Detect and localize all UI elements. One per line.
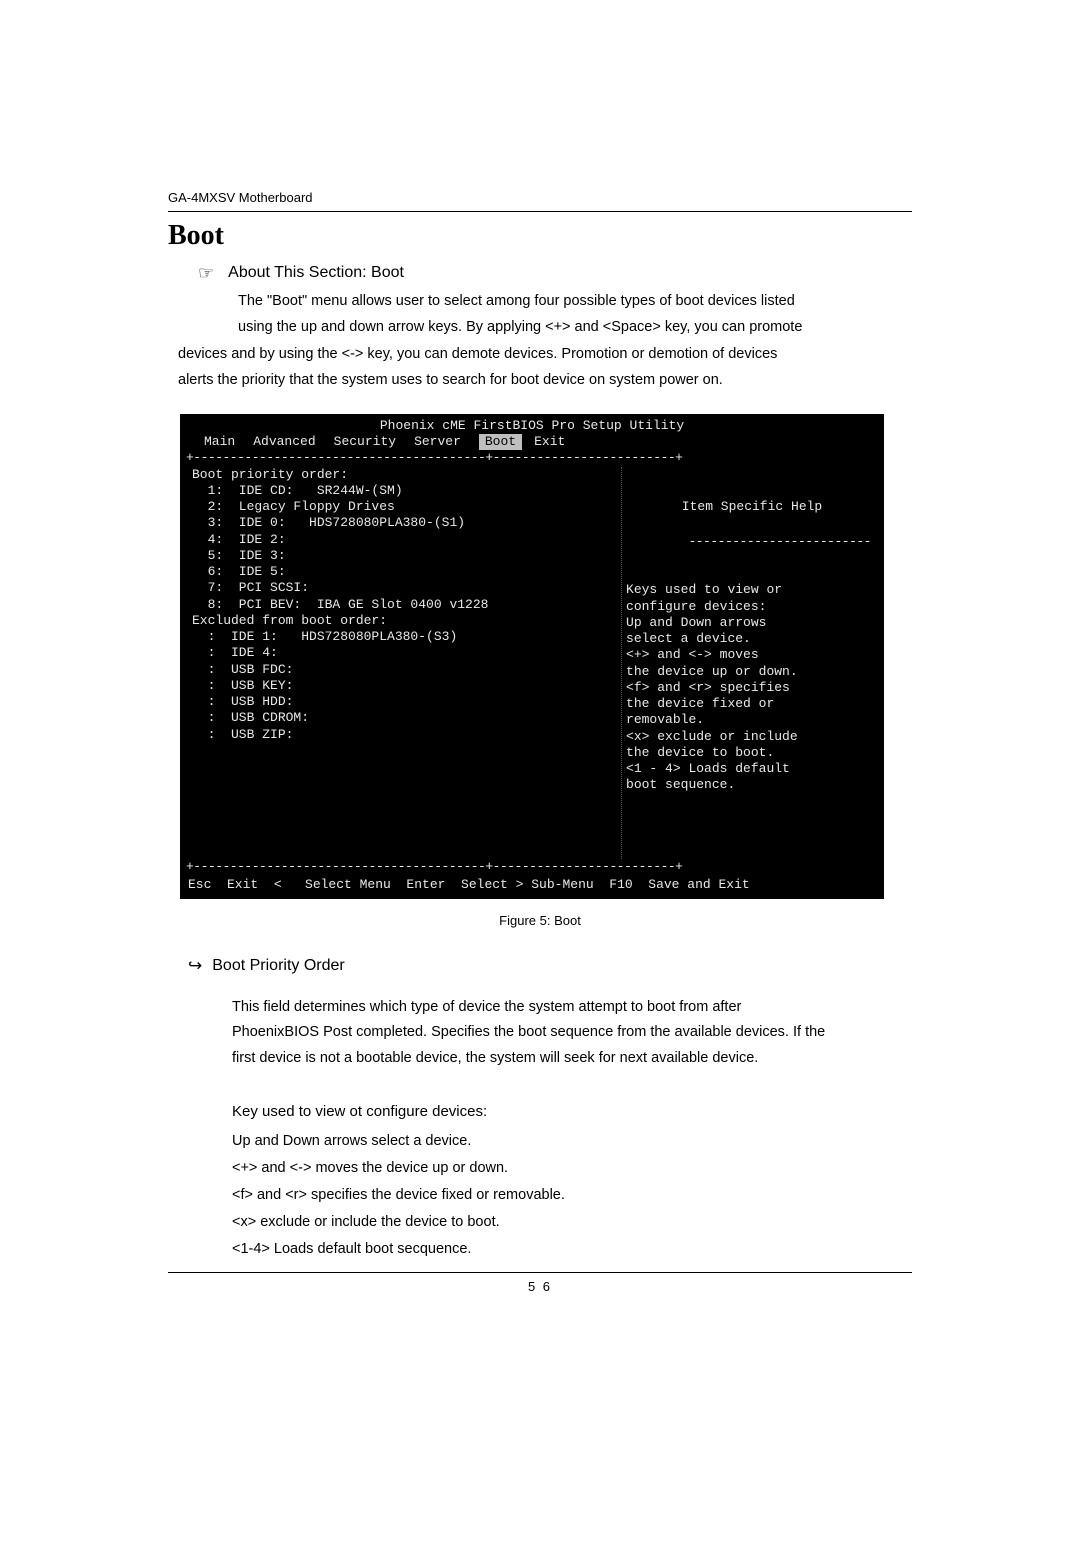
about-p1: The "Boot" menu allows user to select am… [198, 290, 912, 312]
about-p2: using the up and down arrow keys. By app… [198, 316, 912, 338]
bios-menu-bar: Main Advanced Security Server Boot Exit [186, 434, 878, 450]
doc-header: GA-4MXSV Motherboard [168, 190, 912, 205]
desc-p3: first device is not a bootable device, t… [232, 1047, 912, 1070]
key-line-4: <x> exclude or include the device to boo… [232, 1211, 912, 1234]
bios-left-pane: Boot priority order: 1: IDE CD: SR244W-(… [186, 467, 621, 859]
about-p3: devices and by using the <-> key, you ca… [178, 343, 912, 365]
bios-title: Phoenix cME FirstBIOS Pro Setup Utility [186, 418, 878, 434]
section-title: Boot [168, 220, 912, 252]
bios-tab-security[interactable]: Security [334, 434, 414, 450]
key-line-5: <1-4> Loads default boot secquence. [232, 1238, 912, 1261]
page-number: 5 6 [168, 1279, 912, 1294]
key-heading: Key used to view ot configure devices: [232, 1100, 912, 1124]
about-p4: alerts the priority that the system uses… [178, 369, 912, 391]
rule-top [168, 211, 912, 212]
bios-nav-bar: Esc Exit < Select Menu Enter Select > Su… [186, 875, 878, 893]
bios-tab-main[interactable]: Main [204, 434, 253, 450]
bios-help-sep: ------------------------- [688, 534, 871, 549]
description-block: This field determines which type of devi… [232, 996, 912, 1262]
bios-help-pane: Item Specific Help ---------------------… [621, 467, 878, 859]
bios-separator: +---------------------------------------… [186, 450, 878, 466]
bios-separator-bot: +---------------------------------------… [186, 859, 878, 875]
desc-p1: This field determines which type of devi… [232, 996, 912, 1019]
arrow-icon: ↪ [188, 956, 202, 976]
key-line-1: Up and Down arrows select a device. [232, 1130, 912, 1153]
key-line-2: <+> and <-> moves the device up or down. [232, 1157, 912, 1180]
bios-help-title: Item Specific Help [626, 499, 878, 517]
about-heading-row: ☞ About This Section: Boot [198, 264, 912, 282]
figure-caption: Figure 5: Boot [168, 913, 912, 928]
about-heading: About This Section: Boot [228, 264, 404, 282]
bios-tab-advanced[interactable]: Advanced [253, 434, 333, 450]
rule-bottom [168, 1272, 912, 1273]
bios-tab-boot[interactable]: Boot [479, 434, 522, 450]
bios-tab-exit[interactable]: Exit [534, 434, 583, 450]
bios-tab-server[interactable]: Server [414, 434, 479, 450]
subheading-row: ↪ Boot Priority Order [188, 956, 912, 976]
subheading-text: Boot Priority Order [212, 957, 344, 975]
key-line-3: <f> and <r> specifies the device fixed o… [232, 1184, 912, 1207]
pointer-icon: ☞ [198, 264, 214, 282]
bios-screenshot: Phoenix cME FirstBIOS Pro Setup Utility … [180, 414, 884, 899]
desc-p2: PhoenixBIOS Post completed. Specifies th… [232, 1021, 912, 1044]
